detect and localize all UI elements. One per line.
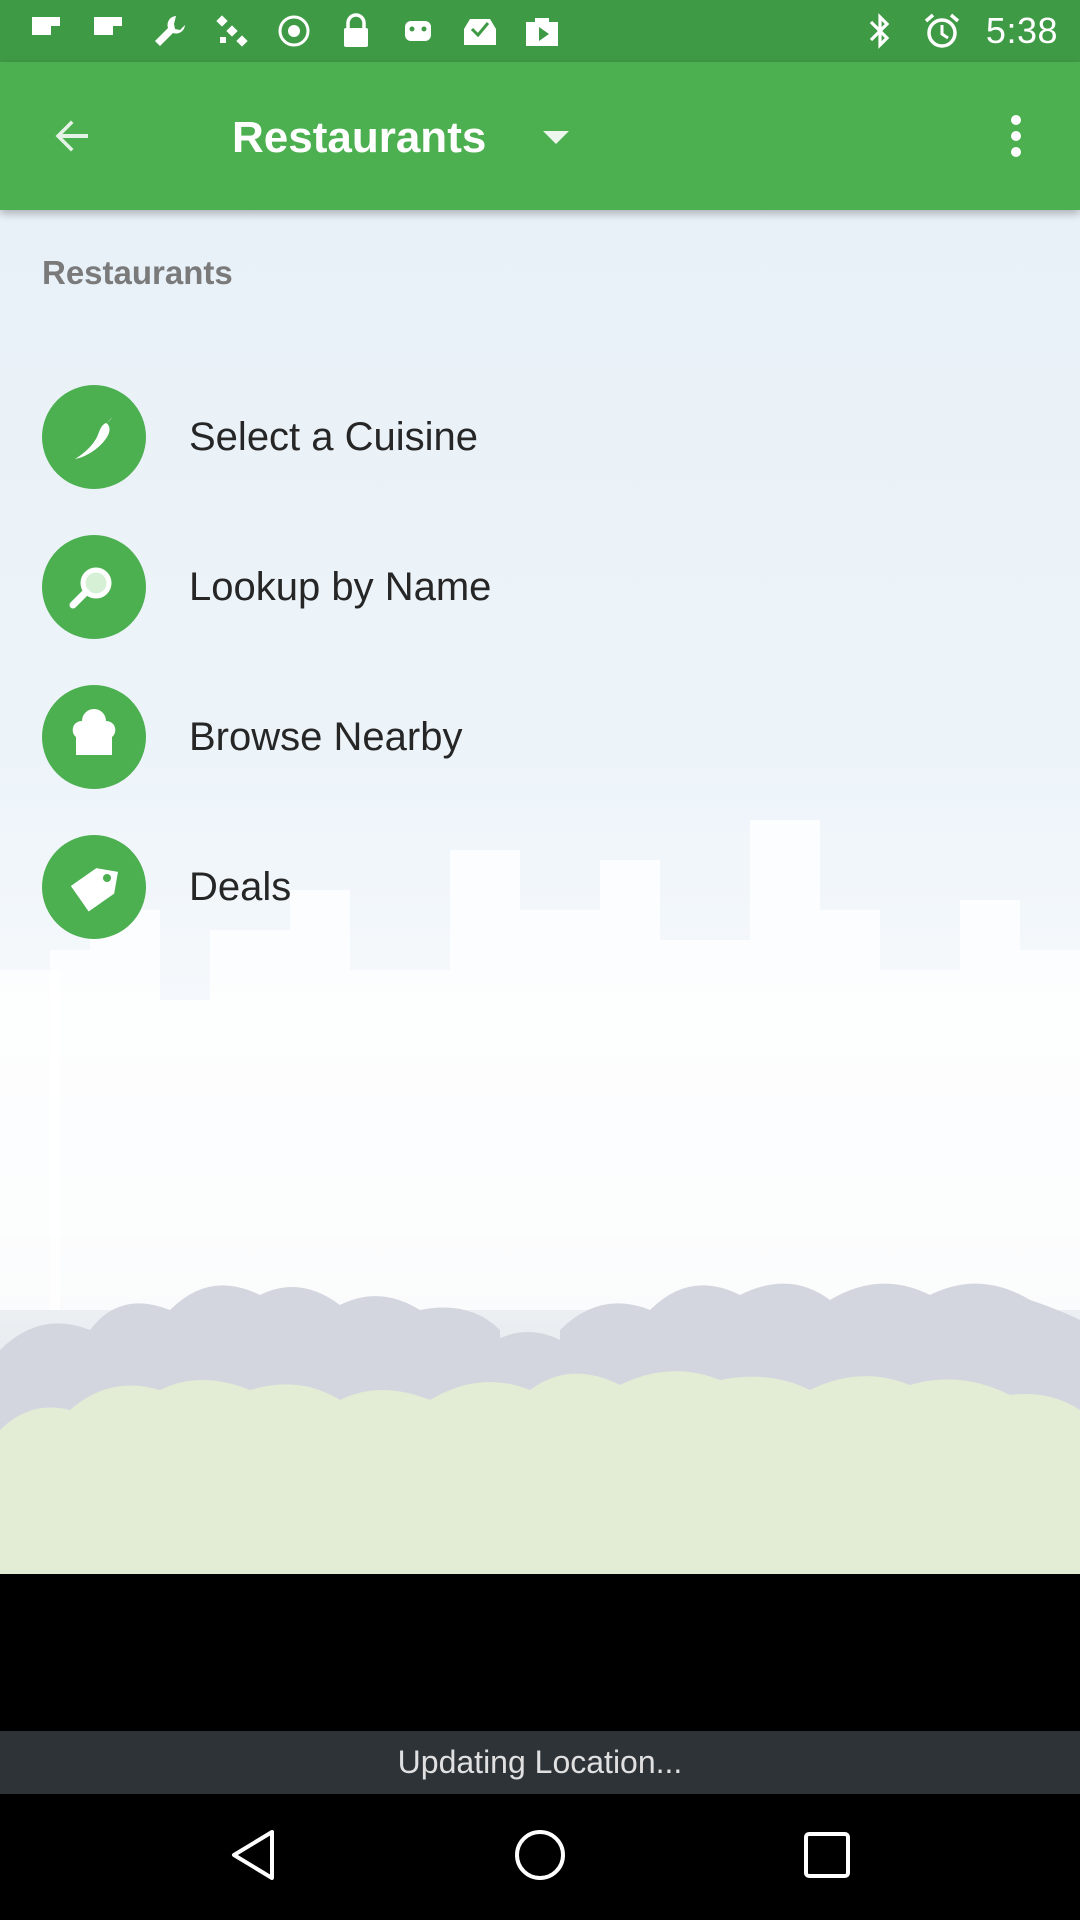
chef-hat-icon [42,685,146,789]
magnifier-icon [42,535,146,639]
status-bar: 5:38 [0,0,1080,62]
inbox-check-icon [458,9,502,53]
play-store-icon [520,9,564,53]
ad-placeholder-area [0,1574,1080,1731]
nav-home-icon [513,1828,567,1887]
flipboard-icon [86,9,130,53]
circle-dot-icon [272,9,316,53]
menu-list: Select a Cuisine Lookup by Name Browse N… [0,362,1080,962]
price-tag-icon [42,835,146,939]
overflow-menu-button[interactable] [986,100,1046,176]
content-area: Restaurants Select a Cuisine Lookup by N… [0,210,1080,1574]
status-notification-icons [24,9,564,53]
title-spinner[interactable]: Restaurants [232,98,576,178]
back-button[interactable] [34,100,110,176]
nav-back-button[interactable] [208,1812,298,1902]
status-system-icons: 5:38 [858,9,1058,53]
menu-item-browse-nearby[interactable]: Browse Nearby [0,662,1080,812]
menu-item-deals[interactable]: Deals [0,812,1080,962]
lock-icon [334,9,378,53]
updating-location-bar: Updating Location... [0,1731,1080,1794]
more-vert-icon [1009,114,1023,163]
app-bar: Restaurants [0,62,1080,210]
nav-recents-button[interactable] [782,1812,872,1902]
alarm-icon [920,9,964,53]
menu-item-label: Lookup by Name [189,564,492,609]
menu-item-label: Browse Nearby [189,714,463,759]
section-title: Restaurants [42,254,233,291]
arrow-back-icon [50,114,94,163]
bluetooth-icon [858,9,902,53]
android-icon [396,9,440,53]
satellite-icon [210,9,254,53]
app-title: Restaurants [232,113,487,162]
chili-pepper-icon [42,385,146,489]
menu-item-label: Select a Cuisine [189,414,479,459]
nav-back-icon [228,1828,278,1887]
system-navigation-bar [0,1794,1080,1920]
nav-recents-icon [802,1830,852,1885]
triangle-down-icon [536,118,576,158]
status-time: 5:38 [985,10,1058,51]
updating-location-text: Updating Location... [397,1744,683,1780]
flipboard-icon [24,9,68,53]
menu-item-label: Deals [189,864,292,909]
menu-item-select-cuisine[interactable]: Select a Cuisine [0,362,1080,512]
menu-item-lookup-name[interactable]: Lookup by Name [0,512,1080,662]
wrench-icon [148,9,192,53]
nav-home-button[interactable] [495,1812,585,1902]
